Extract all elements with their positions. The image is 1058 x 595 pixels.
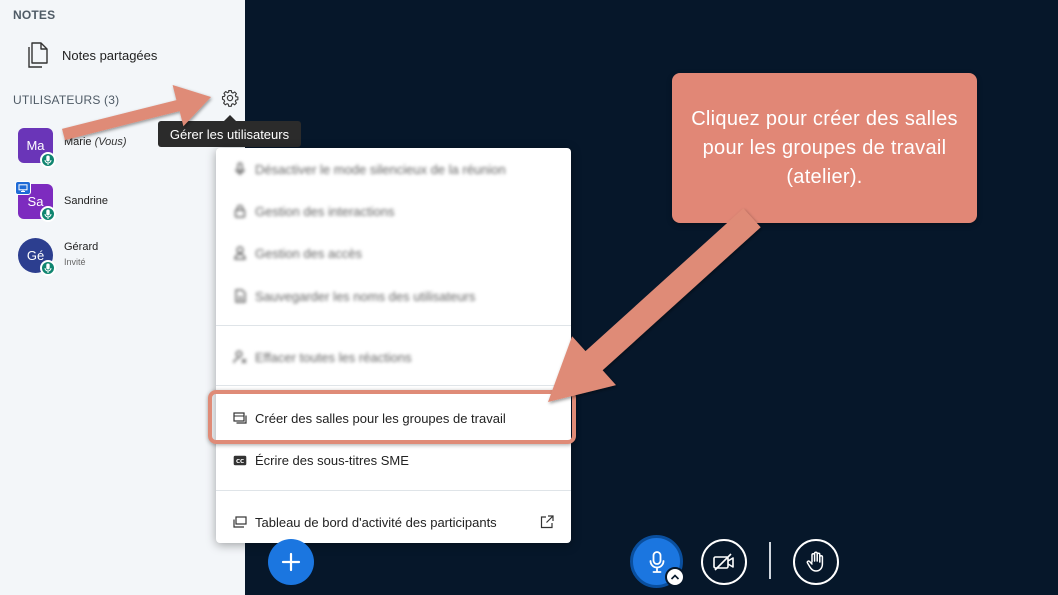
user-name-text: Marie [64, 136, 92, 148]
dashboard-icon [233, 515, 247, 529]
plus-icon [281, 552, 301, 572]
raise-hand-button[interactable] [793, 539, 839, 585]
menu-item-label: Gestion des accès [255, 245, 362, 261]
user-item-sandrine[interactable]: Sa Sandrine [0, 181, 245, 228]
menu-item-label: Tableau de bord d'activité des participa… [255, 514, 497, 530]
document-icon [22, 40, 52, 70]
mic-icon [233, 162, 247, 176]
users-section-title: UTILISATEURS (3) [13, 93, 120, 107]
camera-off-icon [713, 553, 734, 571]
menu-item-clear-reactions[interactable]: Effacer toutes les réactions [216, 337, 571, 377]
menu-item-label: Gestion des interactions [255, 203, 395, 219]
instruction-callout: Cliquez pour créer des salles pour les g… [672, 73, 977, 223]
arrow-to-menu-item [548, 208, 761, 402]
menu-item-closed-captions[interactable]: CC Écrire des sous-titres SME [216, 440, 571, 480]
control-separator [769, 542, 771, 579]
svg-text:CC: CC [236, 458, 244, 464]
menu-divider [216, 325, 571, 326]
lock-icon [233, 204, 247, 218]
menu-item-label: Sauvegarder les noms des utilisateurs [255, 288, 476, 304]
user-name: Marie (Vous) [64, 136, 127, 148]
user-item-gerard[interactable]: Gé Gérard Invité [0, 238, 245, 282]
menu-item-interactions[interactable]: Gestion des interactions [216, 191, 571, 231]
menu-item-label: Désactiver le mode silencieux de la réun… [255, 161, 506, 177]
closed-caption-icon: CC [233, 453, 247, 467]
sidebar: NOTES Notes partagées UTILISATEURS (3) M… [0, 0, 245, 595]
user-name: Gérard [64, 241, 99, 253]
menu-item-unmute-meeting[interactable]: Désactiver le mode silencieux de la réun… [216, 149, 571, 189]
avatar-initials: Ma [26, 138, 45, 153]
mic-icon [649, 550, 664, 573]
mic-icon [40, 206, 56, 222]
actions-button[interactable] [268, 539, 314, 585]
menu-item-label: Écrire des sous-titres SME [255, 452, 409, 468]
chevron-up-icon [670, 574, 680, 580]
shared-notes-label: Notes partagées [62, 47, 158, 63]
avatar-initials: Gé [26, 248, 45, 263]
camera-button[interactable] [701, 539, 747, 585]
manage-users-menu: Désactiver le mode silencieux de la réun… [216, 148, 571, 543]
user-name: Sandrine [64, 195, 109, 207]
menu-item-label: Effacer toutes les réactions [255, 349, 412, 365]
user-icon [233, 246, 247, 260]
hand-icon [806, 551, 824, 572]
avatar-initials: Sa [27, 194, 44, 209]
notes-section-title: NOTES [13, 8, 56, 22]
menu-item-save-names[interactable]: Sauvegarder les noms des utilisateurs [216, 276, 571, 316]
menu-divider [216, 385, 571, 386]
gear-icon[interactable] [221, 89, 239, 107]
menu-item-activity-dashboard[interactable]: Tableau de bord d'activité des participa… [216, 502, 571, 542]
external-link-icon [540, 515, 554, 529]
mic-icon [40, 152, 56, 168]
clear-status-icon [233, 350, 247, 364]
presenter-icon [15, 181, 31, 195]
tooltip: Gérer les utilisateurs [158, 115, 301, 147]
audio-options-button[interactable] [665, 567, 685, 587]
user-role: Invité [64, 257, 86, 267]
menu-item-access[interactable]: Gestion des accès [216, 233, 571, 273]
mic-icon [40, 260, 56, 276]
shared-notes-item[interactable]: Notes partagées [10, 36, 235, 74]
menu-divider [216, 490, 571, 491]
user-name-suffix: (Vous) [94, 136, 127, 148]
highlight-box [208, 390, 576, 444]
file-icon [233, 289, 247, 303]
